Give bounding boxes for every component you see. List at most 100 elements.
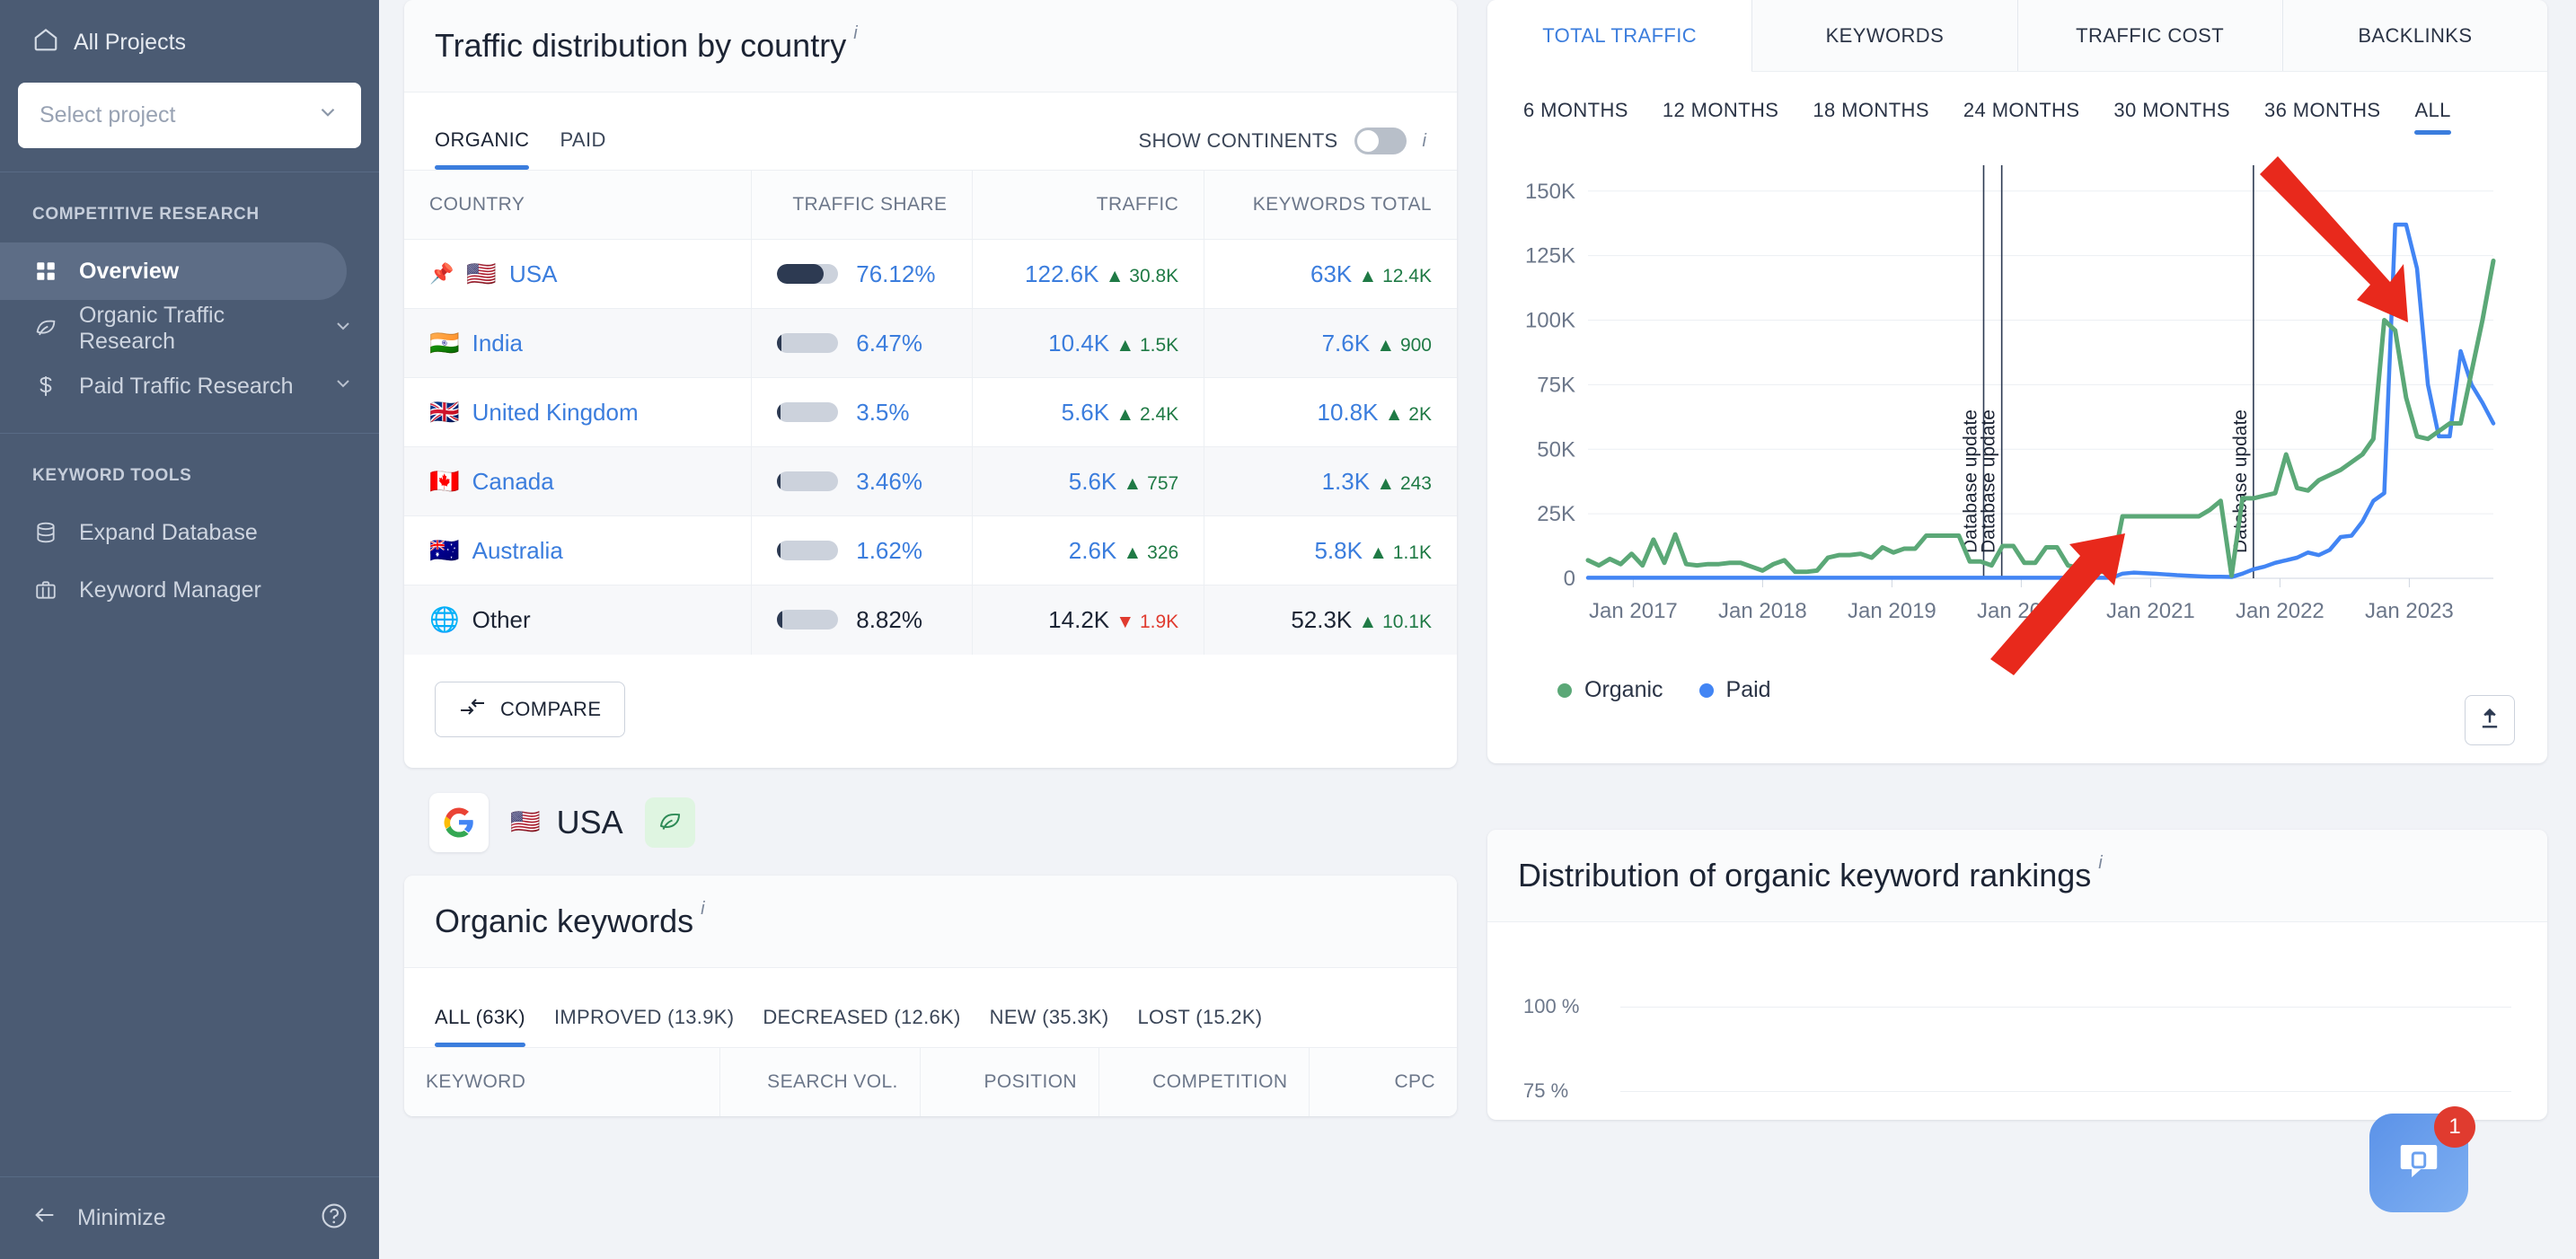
column-position[interactable]: POSITION <box>919 1046 1099 1116</box>
share-value: 8.82% <box>856 605 922 633</box>
cell-keywords-total[interactable]: 7.6K ▲ 900 <box>1204 308 1457 378</box>
tab-new[interactable]: NEW (35.3K) <box>990 1006 1109 1047</box>
total-traffic-card: TOTAL TRAFFIC KEYWORDS TRAFFIC COST BACK… <box>1487 0 2547 763</box>
legend-item-paid[interactable]: Paid <box>1698 677 1771 703</box>
range-6-months[interactable]: 6 MONTHS <box>1523 99 1628 135</box>
table-row[interactable]: 🇮🇳 India 6.47% 10.4K ▲ 1.5K 7.6K ▲ 900 <box>404 308 1457 378</box>
cell-country[interactable]: 🇨🇦 Canada <box>404 446 752 516</box>
traffic-delta: ▲ 757 <box>1123 472 1179 494</box>
cell-country[interactable]: 🇦🇺 Australia <box>404 515 752 585</box>
cell-keywords-total[interactable]: 1.3K ▲ 243 <box>1204 446 1457 516</box>
table-row[interactable]: 🌐 Other 8.82% 14.2K ▼ 1.9K 52.3K ▲ 10.1K <box>404 585 1457 655</box>
range-30-months[interactable]: 30 MONTHS <box>2113 99 2230 135</box>
google-icon[interactable] <box>429 792 489 852</box>
flag-icon: 🇦🇺 <box>429 536 460 564</box>
range-36-months[interactable]: 36 MONTHS <box>2264 99 2381 135</box>
distribution-chart[interactable]: 100 % 75 % <box>1487 922 2547 1120</box>
table-row[interactable]: 📌 🇺🇸 USA 76.12% 122.6K ▲ 30.8K 63K ▲ 12.4K <box>404 239 1457 309</box>
tab-lost[interactable]: LOST (15.2K) <box>1138 1006 1263 1047</box>
range-all[interactable]: ALL <box>2414 99 2452 135</box>
column-keywords-total[interactable]: KEYWORDS TOTAL <box>1204 170 1457 240</box>
column-cpc[interactable]: CPC <box>1309 1046 1457 1116</box>
tab-organic[interactable]: ORGANIC <box>435 128 530 170</box>
project-select[interactable]: Select project <box>18 83 361 148</box>
all-projects-label: All Projects <box>74 29 187 55</box>
tab-keywords[interactable]: KEYWORDS <box>1751 0 2016 71</box>
cell-traffic[interactable]: 2.6K ▲ 326 <box>972 515 1204 585</box>
svg-text:50K: 50K <box>1537 437 1575 462</box>
cell-keywords-total[interactable]: 63K ▲ 12.4K <box>1204 239 1457 309</box>
range-24-months[interactable]: 24 MONTHS <box>1963 99 2080 135</box>
sidebar-item-label: Keyword Manager <box>79 577 261 603</box>
minimize-button[interactable]: Minimize <box>32 1202 166 1234</box>
country-label: USA <box>509 260 558 287</box>
info-icon[interactable]: i <box>1423 131 1426 152</box>
cell-traffic[interactable]: 5.6K ▲ 2.4K <box>972 377 1204 447</box>
compare-button[interactable]: COMPARE <box>435 681 626 737</box>
all-projects-link[interactable]: All Projects <box>18 20 361 61</box>
export-button[interactable] <box>2465 695 2515 745</box>
traffic-chart[interactable]: 0 25K 50K 75K 100K 125K 150K Jan 2017 Jan 2018 Ja… <box>1487 135 2547 675</box>
sidebar-section-label: COMPETITIVE RESEARCH <box>32 205 260 224</box>
cell-country[interactable]: 🇬🇧 United Kingdom <box>404 377 752 447</box>
help-circle-icon[interactable] <box>320 1202 348 1235</box>
cell-traffic[interactable]: 5.6K ▲ 757 <box>972 446 1204 516</box>
legend-item-organic[interactable]: Organic <box>1557 677 1663 703</box>
traffic-delta: ▲ 1.5K <box>1116 334 1179 356</box>
sidebar-item-paid-traffic-research[interactable]: Paid Traffic Research <box>0 357 379 415</box>
share-value: 3.46% <box>856 467 922 495</box>
share-value: 1.62% <box>856 536 922 564</box>
cell-country[interactable]: 🇮🇳 India <box>404 308 752 378</box>
cell-keywords-total[interactable]: 10.8K ▲ 2K <box>1204 377 1457 447</box>
tab-all[interactable]: ALL (63K) <box>435 1006 525 1047</box>
tab-improved[interactable]: IMPROVED (13.9K) <box>554 1006 734 1047</box>
show-continents-toggle[interactable] <box>1354 128 1407 154</box>
cell-traffic[interactable]: 122.6K ▲ 30.8K <box>972 239 1204 309</box>
column-country[interactable]: COUNTRY <box>404 170 752 240</box>
svg-text:Jan 2023: Jan 2023 <box>2365 599 2454 623</box>
table-row[interactable]: 🇬🇧 United Kingdom 3.5% 5.6K ▲ 2.4K 10.8K ▲ 2… <box>404 377 1457 447</box>
cell-traffic-share: 3.5% <box>751 377 973 447</box>
column-search-vol[interactable]: SEARCH VOL. <box>719 1046 921 1116</box>
column-traffic-share[interactable]: TRAFFIC SHARE <box>751 170 973 240</box>
cell-keywords-total[interactable]: 5.8K ▲ 1.1K <box>1204 515 1457 585</box>
tab-backlinks[interactable]: BACKLINKS <box>2281 0 2547 71</box>
sidebar-item-keyword-manager[interactable]: Keyword Manager <box>0 561 379 619</box>
sidebar-item-organic-traffic-research[interactable]: Organic Traffic Research <box>0 300 379 357</box>
sidebar-item-expand-database[interactable]: Expand Database <box>0 504 379 561</box>
column-traffic[interactable]: TRAFFIC <box>972 170 1204 240</box>
keywords-delta: ▲ 243 <box>1376 472 1432 494</box>
svg-text:150K: 150K <box>1525 180 1575 204</box>
info-icon[interactable]: i <box>2098 853 2102 874</box>
distribution-title-row: Distribution of organic keyword rankings… <box>1518 853 2103 894</box>
traffic-tabs: ORGANIC PAID <box>435 112 606 170</box>
cell-country[interactable]: 📌 🇺🇸 USA <box>404 239 752 309</box>
tab-decreased[interactable]: DECREASED (12.6K) <box>763 1006 960 1047</box>
info-icon[interactable]: i <box>701 899 704 920</box>
cell-country[interactable]: 🌐 Other <box>404 585 752 655</box>
organic-keywords-card: Organic keywords i ALL (63K) IMPROVED (1… <box>404 875 1457 1116</box>
cell-keywords-total[interactable]: 52.3K ▲ 10.1K <box>1204 585 1457 655</box>
tab-paid[interactable]: PAID <box>560 128 605 170</box>
pin-icon[interactable]: 📌 <box>429 262 454 286</box>
svg-text:Database update: Database update <box>2230 409 2251 553</box>
info-icon[interactable]: i <box>853 23 857 44</box>
legend-dot-organic <box>1557 682 1572 698</box>
app-root: All Projects Select project COMPETITIVE … <box>0 0 2576 1259</box>
svg-text:Database update: Database update <box>1979 409 1999 553</box>
chat-widget[interactable]: 1 <box>2369 1106 2475 1212</box>
column-keyword[interactable]: KEYWORD <box>404 1046 720 1116</box>
cell-traffic[interactable]: 14.2K ▼ 1.9K <box>972 585 1204 655</box>
table-row[interactable]: 🇨🇦 Canada 3.46% 5.6K ▲ 757 1.3K ▲ 243 <box>404 446 1457 516</box>
table-row[interactable]: 🇦🇺 Australia 1.62% 2.6K ▲ 326 5.8K ▲ 1.1K <box>404 515 1457 585</box>
compare-label: COMPARE <box>500 697 602 720</box>
range-18-months[interactable]: 18 MONTHS <box>1813 99 1929 135</box>
tab-total-traffic[interactable]: TOTAL TRAFFIC <box>1487 0 1752 72</box>
sidebar-item-overview[interactable]: Overview <box>0 242 347 300</box>
tab-traffic-cost[interactable]: TRAFFIC COST <box>2016 0 2282 71</box>
range-12-months[interactable]: 12 MONTHS <box>1663 99 1779 135</box>
country-name: USA <box>556 803 623 841</box>
share-bar <box>777 610 839 630</box>
column-competition[interactable]: COMPETITION <box>1098 1046 1310 1116</box>
cell-traffic[interactable]: 10.4K ▲ 1.5K <box>972 308 1204 378</box>
